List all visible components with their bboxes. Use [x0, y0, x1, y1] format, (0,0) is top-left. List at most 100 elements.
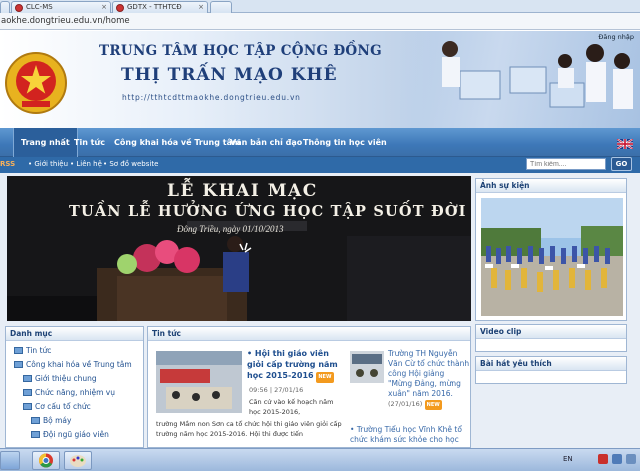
subnav-about-label: Giới thiệu — [34, 160, 69, 168]
site-favicon-icon — [116, 4, 124, 12]
address-text[interactable]: aokhe.dongtrieu.edu.vn/home — [1, 16, 130, 26]
menu-item-student-info[interactable]: Thông tin học viên — [303, 128, 387, 157]
category-item[interactable]: Công khai hóa về Trung tâm — [14, 360, 132, 369]
tray-icon-network[interactable] — [612, 454, 622, 464]
close-tab-icon[interactable]: × — [198, 2, 204, 13]
folder-icon — [14, 347, 23, 354]
browser-tab[interactable]: CLC-MS × — [11, 1, 111, 13]
news-panel: Tin tức • Hội thi giáo viên giỏi cấp trư… — [147, 326, 471, 448]
category-item[interactable]: Tin tức — [14, 346, 51, 355]
login-link[interactable]: Đăng nhập — [598, 33, 634, 41]
news-heading: Tin tức — [148, 327, 470, 341]
news-side-link-1[interactable]: Trường TH Nguyễn Văn Cừ tổ chức thành cô… — [388, 349, 470, 410]
news-main-link[interactable]: • Hội thi giáo viên giỏi cấp trường năm … — [247, 348, 342, 383]
category-item[interactable]: Đội ngũ giáo viên — [31, 430, 109, 439]
category-panel: Danh mục Tin tức Công khai hóa về Trung … — [5, 326, 144, 448]
tab-label: GDTX - TTHTCĐ — [127, 3, 182, 11]
video-clip-heading: Video clip — [476, 325, 626, 339]
folder-icon — [23, 403, 32, 410]
category-label: Cơ cấu tổ chức — [35, 402, 91, 411]
new-badge: NEW — [424, 400, 442, 410]
category-item[interactable]: Chức năng, nhiệm vụ — [23, 388, 115, 397]
new-badge: NEW — [316, 372, 334, 383]
news-side-text-1: Trường TH Nguyễn Văn Cừ tổ chức thành cô… — [388, 349, 470, 398]
tab-label: CLC-MS — [26, 3, 53, 11]
browser-tab[interactable]: GDTX - TTHTCĐ × — [112, 1, 208, 13]
category-item[interactable]: Giới thiệu chung — [23, 374, 97, 383]
folder-icon — [14, 361, 23, 368]
category-label: Chức năng, nhiệm vụ — [35, 388, 115, 397]
favorite-songs-heading: Bài hát yêu thích — [476, 357, 626, 371]
event-photos-panel: Ảnh sự kiện — [475, 178, 627, 321]
subnav-about[interactable]: • Giới thiệu — [28, 160, 68, 168]
subnav-sitemap[interactable]: • Sơ đồ website — [103, 160, 158, 168]
site-title-line1: TRUNG TÂM HỌC TẬP CỘNG ĐỒNG — [99, 43, 382, 59]
browser-tab-bar: ... CLC-MS × GDTX - TTHTCĐ × — [0, 0, 640, 13]
news-main-time: 09:56 — [249, 386, 268, 394]
header-photo-art — [442, 41, 633, 109]
chrome-icon — [39, 453, 53, 468]
os-taskbar: EN — [0, 448, 640, 471]
news-side-date-1: (27/01/16) — [388, 400, 423, 408]
subnav-contact[interactable]: • Liên hệ — [70, 160, 102, 168]
search-input[interactable] — [526, 158, 606, 170]
main-menu: Trang nhất Tin tức Công khai hóa về Trun… — [0, 128, 640, 157]
folder-icon — [23, 375, 32, 382]
news-side-thumbnail[interactable] — [350, 351, 384, 383]
news-main-date: 27/01/16 — [274, 386, 304, 394]
category-item[interactable]: Bộ máy — [31, 416, 71, 425]
favorite-songs-panel: Bài hát yêu thích — [475, 356, 627, 384]
slide-caption-1: LỄ KHAI MẠC — [167, 181, 318, 201]
category-label: Tin tức — [26, 346, 52, 355]
folder-icon — [31, 431, 40, 438]
news-main-summary-1: Căn cứ vào kế hoạch năm học 2015-2016, — [249, 398, 334, 416]
menu-item-home[interactable]: Trang nhất — [13, 128, 78, 157]
uk-flag-icon[interactable] — [617, 139, 633, 149]
category-label: Giới thiệu chung — [35, 374, 97, 383]
new-tab-button[interactable] — [210, 1, 232, 13]
menu-item-disclosure[interactable]: Công khai hóa về Trung tâm — [114, 128, 240, 157]
video-clip-panel: Video clip — [475, 324, 627, 352]
news-thumbnail[interactable] — [156, 351, 242, 413]
news-side-text-2: Trường Tiểu học Vĩnh Khê tổ chức khám sứ… — [350, 425, 462, 444]
folder-icon — [23, 389, 32, 396]
browser-tab[interactable]: ... — [0, 1, 10, 13]
site-url: http://tthtcdttmaokhe.dongtrieu.edu.vn — [122, 93, 301, 102]
site-title-line2: THỊ TRẤN MẠO KHÊ — [121, 65, 338, 85]
subnav-sitemap-label: Sơ đồ website — [109, 160, 159, 168]
slide-caption-2: TUẦN LỄ HƯỞNG ỨNG HỌC TẬP SUỐT ĐỜI — [69, 203, 467, 220]
national-emblem-icon — [5, 52, 67, 114]
site-favicon-icon — [15, 4, 23, 12]
category-label: Công khai hóa về Trung tâm — [26, 360, 132, 369]
site-header: TRUNG TÂM HỌC TẬP CỘNG ĐỒNG THỊ TRẤN MẠO… — [0, 31, 640, 128]
subnav-contact-label: Liên hệ — [76, 160, 102, 168]
header-students-photo: Đăng nhập — [400, 31, 640, 128]
paint-icon — [70, 455, 86, 467]
language-indicator[interactable]: EN — [563, 455, 573, 463]
category-item[interactable]: Cơ cấu tổ chức — [23, 402, 91, 411]
category-label: Đội ngũ giáo viên — [43, 430, 109, 439]
chrome-taskbar-icon[interactable] — [32, 451, 60, 470]
content-area: LỄ KHAI MẠC TUẦN LỄ HƯỞNG ỨNG HỌC TẬP SU… — [0, 173, 640, 448]
category-label: Bộ máy — [43, 416, 72, 425]
folder-icon — [31, 417, 40, 424]
category-heading: Danh mục — [6, 327, 143, 341]
menu-item-news[interactable]: Tin tức — [74, 128, 105, 157]
slide-caption-3: Đông Triều, ngày 01/10/2013 — [177, 224, 284, 234]
event-slideshow[interactable]: LỄ KHAI MẠC TUẦN LỄ HƯỞNG ỨNG HỌC TẬP SU… — [7, 176, 471, 321]
start-button[interactable] — [0, 451, 20, 470]
paint-taskbar-icon[interactable] — [64, 451, 92, 470]
tray-icon-antivirus[interactable] — [598, 454, 608, 464]
tray-icon-volume[interactable] — [626, 454, 636, 464]
rss-link[interactable]: RSS — [0, 160, 15, 168]
close-tab-icon[interactable]: × — [101, 2, 107, 13]
search-go-button[interactable]: GO — [611, 157, 632, 171]
news-main-sep: | — [269, 386, 273, 394]
event-photo[interactable] — [481, 198, 623, 316]
news-main-meta: 09:56 | 27/01/16 — [249, 385, 303, 395]
event-photos-heading: Ảnh sự kiện — [476, 179, 626, 193]
news-side-link-2[interactable]: • Trường Tiểu học Vĩnh Khê tổ chức khám … — [350, 425, 468, 445]
address-bar[interactable]: aokhe.dongtrieu.edu.vn/home — [0, 13, 640, 30]
news-main-summary-2: trường Mầm non Sơn ca tổ chức hội thi gi… — [156, 420, 342, 438]
menu-item-directives[interactable]: Văn bản chỉ đạo — [230, 128, 302, 157]
